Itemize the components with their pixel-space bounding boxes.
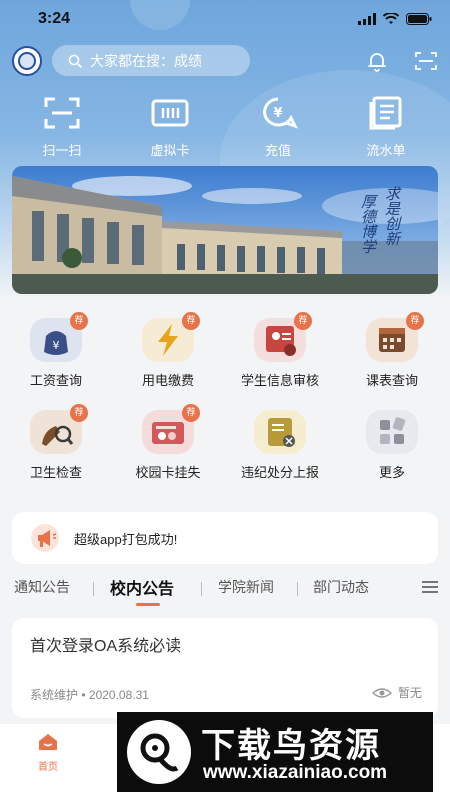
tab-divider [201,582,202,596]
service-label: 工资查询 [29,373,82,388]
service-label: 学生信息审核 [240,373,319,388]
menu-icon[interactable] [422,580,438,594]
tab-divider [93,582,94,596]
tab-college-news[interactable]: 学院新闻 [218,577,274,597]
quick-label: 扫一扫 [42,143,82,158]
news-tabs: 通知公告 校内公告 学院新闻 部门动态 [0,574,450,606]
service-label: 更多 [378,465,405,480]
service-more[interactable]: 更多 [336,410,448,481]
eye-icon [371,687,392,698]
quick-label: 流水单 [366,143,406,158]
recommend-badge: 荐 [70,312,88,330]
home-icon [39,734,57,750]
schedule-icon: 荐 [366,312,424,362]
scan-icon[interactable] [414,50,438,72]
service-label: 校园卡挂失 [135,465,201,480]
scan-icon [44,97,80,129]
recommend-badge: 荐 [294,312,312,330]
article-date: 2020.08.31 [88,688,149,702]
status-bar: 3:24 [0,0,450,40]
service-electricity[interactable]: 荐 用电缴费 [112,312,224,389]
tab-department-news[interactable]: 部门动态 [313,577,369,597]
search-placeholder: 大家都在搜：成绩 [90,52,202,69]
banner-slogan-1: 厚德博学 [358,194,378,254]
watermark-title: 下载鸟资源 [201,726,381,766]
hygiene-icon: 荐 [30,404,88,454]
active-tab-indicator [136,603,160,606]
signal-icon [358,13,376,25]
nav-home[interactable]: 首页 [30,732,66,773]
wifi-icon [383,13,399,24]
battery-icon [406,13,432,25]
bell-icon[interactable] [366,50,388,72]
article-views: 暂无 [371,684,422,701]
quick-label: 充值 [264,143,291,158]
watermark-url: www.xiazainiao.com [203,762,388,783]
article-author: 系统维护 [30,688,79,702]
tab-notices[interactable]: 通知公告 [14,577,70,597]
service-hygiene[interactable]: 荐 卫生检查 [0,404,112,481]
recharge-icon: ¥ [263,97,298,129]
top-bar: 大家都在搜：成绩 [0,44,450,78]
service-discipline[interactable]: 违纪处分上报 [224,410,336,481]
watermark-logo [127,720,191,784]
campus-banner[interactable]: 厚德博学 求是创新 [12,166,438,294]
meta-separator: • [81,688,89,702]
recommend-badge: 荐 [406,312,424,330]
service-schedule[interactable]: 荐 课表查询 [336,312,448,389]
nav-home-label: 首页 [38,762,58,773]
article-views-count: 暂无 [397,686,422,700]
svg-text:¥: ¥ [273,106,282,121]
discipline-icon [254,410,306,454]
quick-ledger[interactable]: 流水单 [346,96,426,159]
service-label: 卫生检查 [29,465,82,480]
more-icon [366,410,418,454]
service-student-info[interactable]: 荐 学生信息审核 [224,312,336,389]
electricity-icon: 荐 [142,312,200,362]
megaphone-icon [31,524,59,552]
card-loss-icon: 荐 [142,404,200,454]
tab-campus-announcements[interactable]: 校内公告 [110,575,174,599]
quick-label: 虚拟卡 [150,143,190,158]
campus-photo: 厚德博学 求是创新 [12,166,438,294]
service-label: 课表查询 [365,373,418,388]
article-title: 首次登录OA系统必读 [30,638,182,655]
article-meta: 系统维护 • 2020.08.31 [30,686,149,703]
quick-scan[interactable]: 扫一扫 [22,96,102,159]
notice-text: 超级app打包成功! [74,531,178,547]
banner-slogan-2: 求是创新 [383,186,402,246]
search-input[interactable]: 大家都在搜：成绩 [52,45,250,76]
search-icon [68,54,82,68]
status-time: 3:24 [38,10,71,27]
tab-divider [297,582,298,596]
status-icons [358,13,432,25]
service-salary[interactable]: ¥ 荐 工资查询 [0,312,112,389]
recommend-badge: 荐 [70,404,88,422]
service-label: 违纪处分上报 [240,465,319,480]
article-card[interactable]: 首次登录OA系统必读 系统维护 • 2020.08.31 暂无 [12,618,438,718]
card-icon [151,99,189,127]
watermark-overlay: 下载鸟资源 www.xiazainiao.com [117,712,433,792]
recommend-badge: 荐 [182,404,200,422]
service-card-loss[interactable]: 荐 校园卡挂失 [112,404,224,481]
school-logo [12,46,42,76]
quick-actions: 扫一扫 虚拟卡 ¥ 充值 流水单 [0,96,450,159]
salary-icon: ¥ 荐 [30,312,88,362]
service-label: 用电缴费 [141,373,194,388]
service-grid: ¥ 荐 工资查询 荐 用电缴费 荐 学生信息审核 荐 课表查询 荐 卫生检查 荐… [0,310,450,490]
notice-bar[interactable]: 超级app打包成功! [12,512,438,564]
quick-virtual-card[interactable]: 虚拟卡 [130,96,210,159]
ledger-icon [369,96,402,130]
recommend-badge: 荐 [182,312,200,330]
quick-recharge[interactable]: ¥ 充值 [238,96,318,159]
student-info-icon: 荐 [254,312,312,362]
svg-text:¥: ¥ [53,339,60,352]
